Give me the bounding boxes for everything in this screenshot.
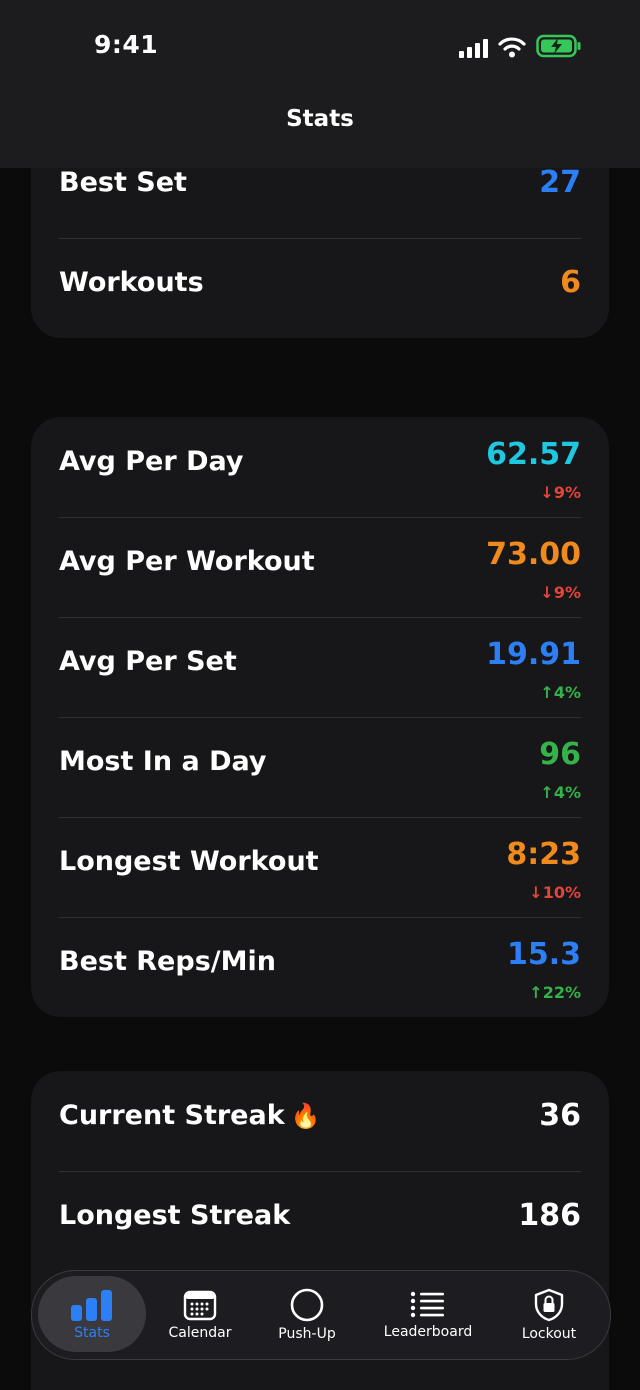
tab-label: Stats xyxy=(74,1325,110,1341)
stat-row-best-set: Best Set 27 xyxy=(31,168,609,238)
tab-calendar[interactable]: Calendar xyxy=(154,1271,246,1359)
tab-label: Push-Up xyxy=(278,1326,336,1342)
stat-label: Avg Per Set xyxy=(59,646,237,677)
stat-row-avg-per-day: Avg Per Day 62.57 ↓9% xyxy=(31,417,609,517)
stat-value: 73.00 xyxy=(486,537,581,572)
stat-label-text: Current Streak xyxy=(59,1100,285,1131)
fire-icon: 🔥 xyxy=(290,1102,321,1130)
stats-scroll-view[interactable]: Best Set 27 Workouts 6 Avg Per Day 62.57… xyxy=(0,168,640,1390)
stat-value: 8:23 xyxy=(506,837,581,872)
status-bar: 9:41 Stats xyxy=(0,0,640,168)
stat-change: ↓9% xyxy=(540,583,581,602)
stat-change: ↓9% xyxy=(540,483,581,502)
stat-row-workouts: Workouts 6 xyxy=(31,238,609,338)
stat-row-most-in-a-day: Most In a Day 96 ↑4% xyxy=(31,717,609,817)
tab-bar: Stats Calendar Push-Up Leaderboard Locko… xyxy=(31,1270,611,1360)
stat-row-best-reps-per-min: Best Reps/Min 15.3 ↑22% xyxy=(31,917,609,1017)
cellular-signal-icon xyxy=(459,38,488,58)
stat-value: 27 xyxy=(539,168,581,200)
stat-label: Best Set xyxy=(59,168,187,198)
battery-charging-icon xyxy=(536,34,581,58)
tab-lockout[interactable]: Lockout xyxy=(504,1271,594,1359)
tab-label: Calendar xyxy=(168,1325,232,1341)
wifi-icon xyxy=(498,37,526,58)
stat-row-avg-per-set: Avg Per Set 19.91 ↑4% xyxy=(31,617,609,717)
stat-change: ↑4% xyxy=(540,683,581,702)
stat-change: ↓10% xyxy=(529,883,581,902)
stat-label: Longest Workout xyxy=(59,846,319,877)
tab-label: Lockout xyxy=(521,1326,577,1342)
stat-row-longest-streak: Longest Streak 186 xyxy=(31,1171,609,1271)
lock-shield-icon xyxy=(534,1288,564,1322)
status-icons xyxy=(459,34,582,58)
tab-label: Leaderboard xyxy=(383,1324,473,1340)
stat-value: 6 xyxy=(560,265,581,300)
stat-row-longest-workout: Longest Workout 8:23 ↓10% xyxy=(31,817,609,917)
stat-value: 36 xyxy=(539,1098,581,1133)
stat-value: 186 xyxy=(518,1198,581,1233)
tab-leaderboard[interactable]: Leaderboard xyxy=(372,1271,484,1359)
stat-value: 15.3 xyxy=(506,937,581,972)
summary-card: Best Set 27 Workouts 6 xyxy=(31,168,609,338)
stat-row-current-streak: Current Streak 🔥 36 xyxy=(31,1071,609,1171)
page-title: Stats xyxy=(286,106,354,132)
bar-chart-icon xyxy=(71,1290,112,1321)
tab-stats[interactable]: Stats xyxy=(38,1271,146,1359)
stat-change: ↑22% xyxy=(529,983,581,1002)
calendar-icon xyxy=(183,1290,217,1321)
stat-label: Most In a Day xyxy=(59,746,267,777)
stat-label: Avg Per Day xyxy=(59,446,244,477)
circle-icon xyxy=(290,1288,324,1322)
stat-value: 19.91 xyxy=(486,637,581,672)
stat-value: 96 xyxy=(539,737,581,772)
stat-label: Longest Streak xyxy=(59,1200,291,1231)
tab-push-up[interactable]: Push-Up xyxy=(258,1271,356,1359)
stat-label: Avg Per Workout xyxy=(59,546,315,577)
stat-row-avg-per-workout: Avg Per Workout 73.00 ↓9% xyxy=(31,517,609,617)
status-time: 9:41 xyxy=(94,30,159,59)
stat-label: Current Streak 🔥 xyxy=(59,1100,321,1131)
averages-card: Avg Per Day 62.57 ↓9% Avg Per Workout 73… xyxy=(31,417,609,1017)
stat-label: Best Reps/Min xyxy=(59,946,276,977)
stat-value: 62.57 xyxy=(486,437,581,472)
stat-label: Workouts xyxy=(59,267,204,298)
stat-change: ↑4% xyxy=(540,783,581,802)
list-icon xyxy=(410,1291,444,1318)
